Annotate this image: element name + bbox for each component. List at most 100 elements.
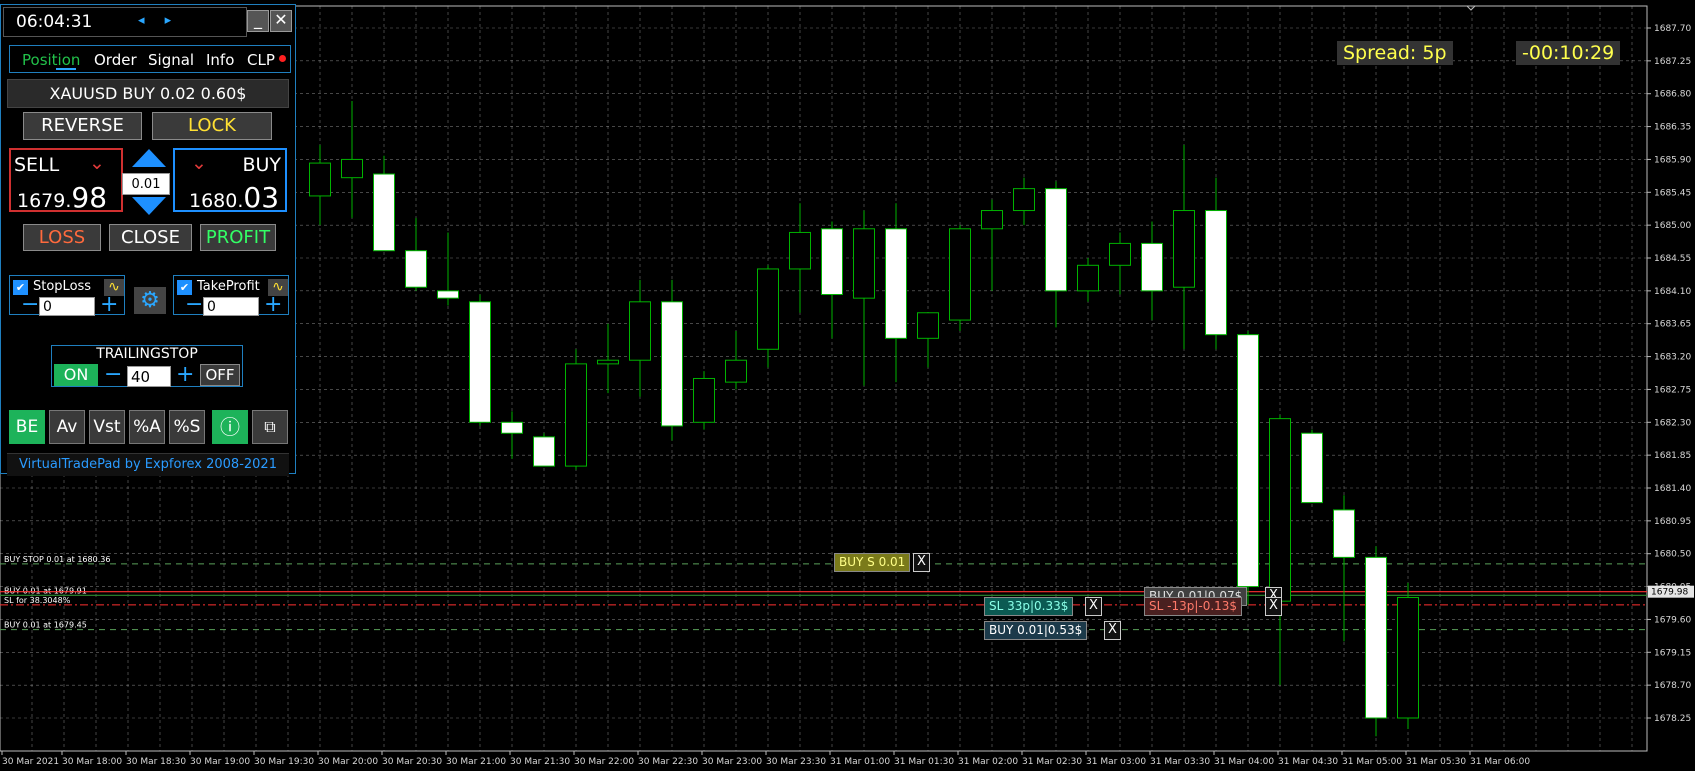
close-panel-button[interactable]: ✕ (270, 10, 292, 32)
buy-button[interactable]: ⌄ BUY 1680.03 (173, 148, 287, 214)
candle-bull (725, 359, 747, 383)
candle-bull (981, 210, 1003, 230)
tag-buy-stop-close-button[interactable]: X (913, 553, 930, 572)
tag-sl-13-close-button[interactable]: X (1265, 597, 1282, 616)
panel-nav-arrows-icon[interactable]: ◂ ▸ (138, 13, 179, 28)
x-tick-label: 31 Mar 05:00 (1342, 757, 1402, 767)
x-tick-label: 30 Mar 18:00 (62, 757, 122, 767)
reverse-button[interactable]: REVERSE (23, 112, 142, 140)
tab-order[interactable]: Order (94, 51, 137, 69)
tab-signal[interactable]: Signal (148, 51, 194, 69)
tag-sl-33[interactable]: SL 33p|0.33$ (984, 597, 1074, 616)
candle-bear (373, 173, 395, 252)
x-tick-label: 30 Mar 2021 (2, 757, 59, 767)
profit-button[interactable]: PROFIT (200, 224, 276, 251)
y-tick-label: 1678.70 (1654, 681, 1691, 691)
percent-s-button[interactable]: %S (169, 410, 205, 444)
x-tick-label: 31 Mar 02:30 (1022, 757, 1082, 767)
minimize-button[interactable]: _ (247, 10, 269, 32)
tag-buy-053-close-button[interactable]: X (1104, 621, 1121, 640)
tab-active-indicator (56, 68, 76, 70)
loss-button[interactable]: LOSS (23, 224, 101, 251)
trailing-on-button[interactable]: ON (54, 364, 98, 386)
candle-bull (341, 158, 363, 179)
tag-sl-33-close-button[interactable]: X (1085, 597, 1102, 616)
panel-titlebar[interactable]: 06:04:31 ◂ ▸ (3, 7, 247, 37)
lock-button[interactable]: LOCK (152, 112, 272, 140)
tag-sl-13[interactable]: SL -13p|-0.13$ (1144, 597, 1243, 616)
y-tick-label: 1682.75 (1654, 385, 1691, 395)
volume-increase-icon[interactable] (132, 149, 166, 167)
x-tick-label: 31 Mar 04:00 (1214, 757, 1274, 767)
stoploss-input[interactable]: 0 (39, 297, 95, 316)
clp-status-dot-icon (279, 55, 286, 62)
spread-display: Spread: 5p (1337, 41, 1453, 65)
candle-bull (1077, 264, 1099, 292)
y-tick-label: 1685.00 (1654, 221, 1691, 231)
stoploss-plus-icon[interactable]: + (100, 294, 118, 316)
sell-chevron-down-icon[interactable]: ⌄ (89, 152, 105, 174)
buy-chevron-down-icon[interactable]: ⌄ (191, 152, 207, 174)
settings-gear-icon[interactable]: ⚙ (134, 287, 166, 314)
candle-bull (949, 228, 971, 321)
volume-decrease-icon[interactable] (132, 197, 166, 215)
y-tick-label: 1678.25 (1654, 714, 1691, 724)
x-tick-label: 30 Mar 23:00 (702, 757, 762, 767)
y-tick-label: 1684.55 (1654, 254, 1691, 264)
x-tick-label: 30 Mar 22:30 (638, 757, 698, 767)
current-price-label: 1679.98 (1651, 588, 1688, 598)
tab-position[interactable]: Position (22, 51, 80, 69)
x-tick-label: 30 Mar 20:30 (382, 757, 442, 767)
tab-clp[interactable]: CLP (247, 51, 275, 69)
average-button[interactable]: Av (49, 410, 85, 444)
info-icon[interactable]: ⓘ (212, 410, 248, 444)
tag-buy-053[interactable]: BUY 0.01|0.53$ (984, 621, 1088, 640)
candle-bull (789, 231, 811, 270)
y-tick-label: 1679.15 (1654, 648, 1691, 658)
takeprofit-minus-icon[interactable]: − (185, 294, 203, 316)
breakeven-button[interactable]: BE (9, 410, 45, 444)
candle-bear (885, 228, 907, 339)
candle-bear (1045, 188, 1067, 292)
stoploss-label: StopLoss (33, 279, 92, 294)
virtual-stop-button[interactable]: Vst (89, 410, 125, 444)
candle-bull (757, 268, 779, 350)
candle-bear (821, 228, 843, 296)
tag-buy-stop[interactable]: BUY S 0.01 (834, 553, 911, 572)
stoploss-minus-icon[interactable]: − (21, 294, 39, 316)
trade-panel: 06:04:31 ◂ ▸ _ ✕ Position Order Signal I… (0, 4, 296, 476)
price-level-label: SL for 38.3048% (4, 596, 71, 605)
window-restore-icon[interactable]: ⧉ (252, 410, 288, 444)
candle-bull (565, 363, 587, 467)
trailing-plus-icon[interactable]: + (176, 364, 194, 386)
takeprofit-plus-icon[interactable]: + (264, 294, 282, 316)
tab-info[interactable]: Info (206, 51, 234, 69)
x-tick-label: 30 Mar 19:30 (254, 757, 314, 767)
y-tick-label: 1682.30 (1654, 418, 1691, 428)
takeprofit-input[interactable]: 0 (203, 297, 259, 316)
sell-button[interactable]: SELL ⌄ 1679.98 (9, 148, 123, 214)
y-tick-label: 1681.40 (1654, 484, 1691, 494)
x-tick-label: 31 Mar 06:00 (1470, 757, 1530, 767)
volume-input[interactable]: 0.01 (122, 173, 170, 195)
x-tick-label: 31 Mar 01:30 (894, 757, 954, 767)
trailing-off-button[interactable]: OFF (200, 364, 240, 386)
bar-timer-display: -00:10:29 (1516, 41, 1621, 65)
price-level-label: BUY STOP 0.01 at 1680.36 (4, 555, 110, 564)
price-level-label: BUY 0.01 at 1679.91 (4, 586, 87, 595)
trailing-minus-icon[interactable]: − (104, 364, 122, 386)
candle-bear (1237, 334, 1259, 588)
panel-footer: VirtualTradePad by Expforex 2008-2021 (7, 453, 289, 476)
buy-price: 1680.03 (189, 181, 280, 214)
stoploss-group: ✔ StopLoss ∿ − 0 + (9, 275, 125, 316)
x-tick-label: 30 Mar 19:00 (190, 757, 250, 767)
x-tick-label: 30 Mar 23:30 (766, 757, 826, 767)
y-tick-label: 1680.95 (1654, 517, 1691, 527)
y-tick-label: 1680.50 (1654, 550, 1691, 560)
percent-a-button[interactable]: %A (129, 410, 165, 444)
candle-bull (597, 359, 619, 365)
close-button[interactable]: CLOSE (109, 224, 192, 251)
x-tick-label: 31 Mar 01:00 (830, 757, 890, 767)
x-tick-label: 31 Mar 03:00 (1086, 757, 1146, 767)
trailing-input[interactable]: 40 (127, 366, 171, 387)
